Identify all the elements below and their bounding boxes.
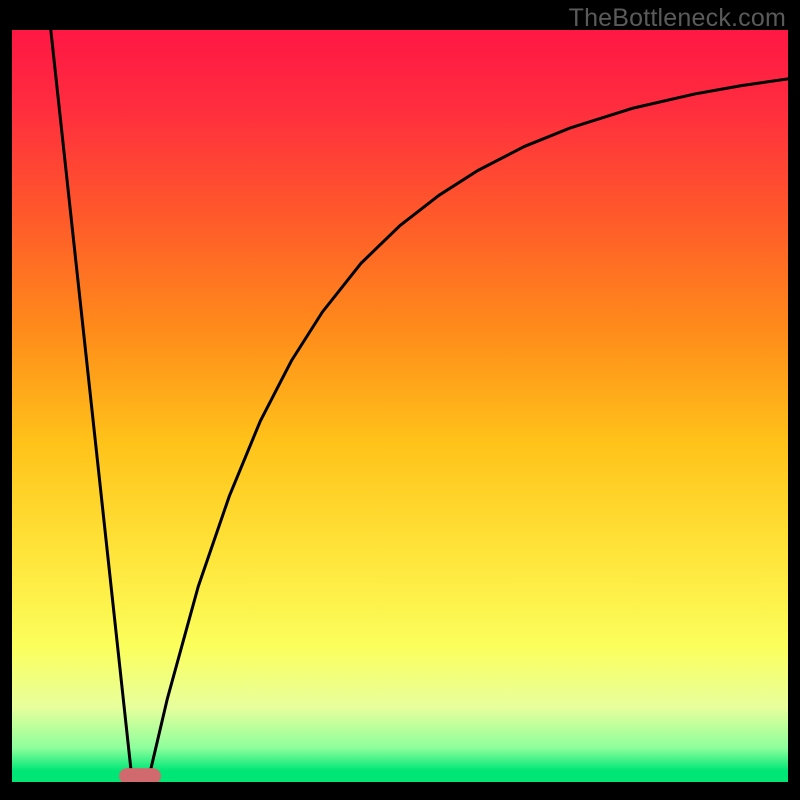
minimum-marker xyxy=(119,768,161,782)
minimum-pill xyxy=(119,768,161,782)
chart-frame xyxy=(12,30,788,788)
bottleneck-chart xyxy=(12,30,788,782)
gradient-background xyxy=(12,30,788,782)
watermark-text: TheBottleneck.com xyxy=(569,4,786,33)
